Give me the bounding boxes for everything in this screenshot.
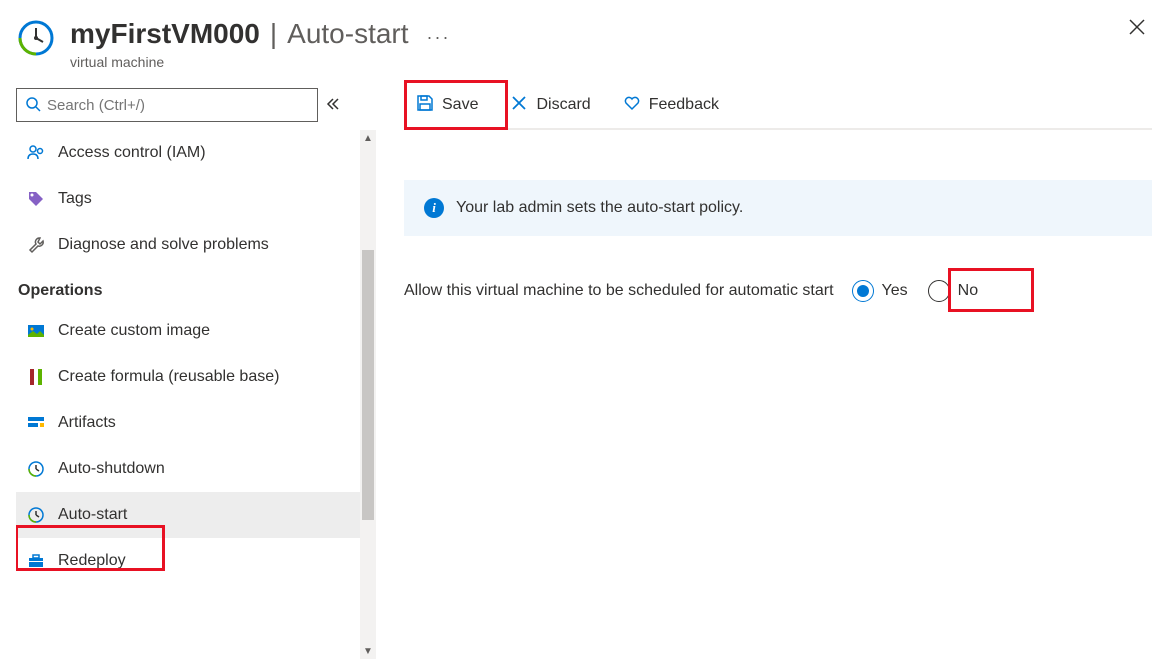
radio-circle-icon bbox=[852, 280, 874, 302]
save-icon bbox=[416, 94, 434, 117]
sidebar-item-label: Access control (IAM) bbox=[58, 144, 206, 162]
close-button[interactable] bbox=[1128, 18, 1146, 39]
sidebar-item-label: Auto-shutdown bbox=[58, 460, 165, 478]
radio-group-autostart: Yes No bbox=[852, 280, 979, 302]
radio-no-label: No bbox=[958, 282, 978, 300]
clock-resource-icon bbox=[16, 18, 56, 61]
scroll-thumb[interactable] bbox=[362, 250, 374, 520]
artifacts-icon bbox=[26, 414, 46, 432]
info-banner: i Your lab admin sets the auto-start pol… bbox=[404, 180, 1152, 236]
feedback-label: Feedback bbox=[649, 96, 719, 114]
collapse-sidebar-button[interactable] bbox=[326, 97, 340, 114]
info-text: Your lab admin sets the auto-start polic… bbox=[456, 199, 743, 217]
clock-icon bbox=[26, 460, 46, 478]
sidebar-item-label: Tags bbox=[58, 190, 92, 208]
clock-green-icon bbox=[26, 506, 46, 524]
sidebar-item-create-custom-image[interactable]: Create custom image bbox=[16, 308, 376, 354]
feedback-button[interactable]: Feedback bbox=[611, 88, 731, 123]
more-menu[interactable]: ··· bbox=[427, 27, 451, 48]
resource-name: myFirstVM000 bbox=[70, 18, 260, 50]
wrench-icon bbox=[26, 236, 46, 254]
sidebar-item-create-formula[interactable]: Create formula (reusable base) bbox=[16, 354, 376, 400]
sidebar-item-label: Create formula (reusable base) bbox=[58, 368, 279, 386]
sidebar-item-label: Auto-start bbox=[58, 506, 127, 524]
search-icon bbox=[25, 96, 41, 115]
page-title: Auto-start bbox=[287, 18, 408, 50]
sidebar-item-redeploy[interactable]: Redeploy bbox=[16, 538, 376, 584]
save-label: Save bbox=[442, 96, 478, 114]
sidebar-section-operations: Operations bbox=[16, 268, 376, 308]
toolbar: Save Discard Feedback bbox=[404, 82, 1152, 130]
discard-icon bbox=[510, 94, 528, 117]
people-icon bbox=[26, 144, 46, 162]
scroll-down-arrow[interactable]: ▼ bbox=[360, 643, 376, 659]
scroll-up-arrow[interactable]: ▲ bbox=[360, 130, 376, 146]
sidebar-item-label: Redeploy bbox=[58, 552, 126, 570]
search-input[interactable] bbox=[47, 97, 309, 114]
sidebar-item-label: Artifacts bbox=[58, 414, 116, 432]
heart-icon bbox=[623, 94, 641, 117]
setting-label: Allow this virtual machine to be schedul… bbox=[404, 282, 834, 300]
sidebar-item-auto-shutdown[interactable]: Auto-shutdown bbox=[16, 446, 376, 492]
sidebar-item-label: Diagnose and solve problems bbox=[58, 236, 269, 254]
info-icon: i bbox=[424, 198, 444, 218]
formula-icon bbox=[26, 368, 46, 386]
discard-button[interactable]: Discard bbox=[498, 88, 602, 123]
radio-no[interactable]: No bbox=[928, 280, 978, 302]
sidebar-scrollbar[interactable]: ▲ ▼ bbox=[360, 130, 376, 659]
main-content: Save Discard Feedback i Your lab admin s… bbox=[376, 82, 1152, 659]
sidebar-item-artifacts[interactable]: Artifacts bbox=[16, 400, 376, 446]
page-header: myFirstVM000 | Auto-start ··· virtual ma… bbox=[16, 8, 1152, 82]
sidebar-item-diagnose[interactable]: Diagnose and solve problems bbox=[16, 222, 376, 268]
radio-circle-icon bbox=[928, 280, 950, 302]
sidebar-item-label: Create custom image bbox=[58, 322, 210, 340]
sidebar-item-auto-start[interactable]: Auto-start bbox=[16, 492, 376, 538]
tag-icon bbox=[26, 190, 46, 208]
sidebar-item-tags[interactable]: Tags bbox=[16, 176, 376, 222]
image-icon bbox=[26, 322, 46, 340]
title-separator: | bbox=[270, 18, 277, 50]
discard-label: Discard bbox=[536, 96, 590, 114]
briefcase-icon bbox=[26, 552, 46, 570]
save-button[interactable]: Save bbox=[404, 88, 490, 123]
resource-type: virtual machine bbox=[70, 54, 451, 70]
search-input-wrapper[interactable] bbox=[16, 88, 318, 122]
radio-yes-label: Yes bbox=[882, 282, 908, 300]
sidebar-item-access-control[interactable]: Access control (IAM) bbox=[16, 130, 376, 176]
radio-yes[interactable]: Yes bbox=[852, 280, 908, 302]
sidebar: Access control (IAM) Tags Diagnose and s… bbox=[16, 82, 376, 659]
